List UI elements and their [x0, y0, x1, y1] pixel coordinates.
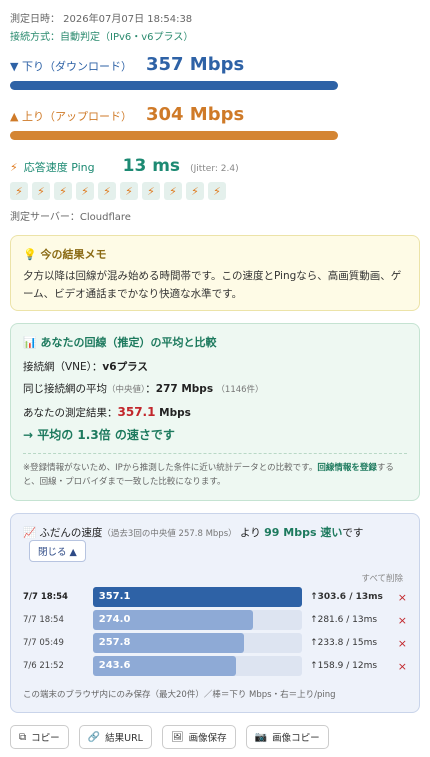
bolt-icon: ⚡	[76, 182, 94, 200]
close-history-button[interactable]: 閉じる ▲	[29, 540, 86, 562]
history-row: 7/6 21:52 243.6 ↑158.9 / 12ms ×	[23, 656, 407, 676]
history-bar-track: 274.0	[92, 610, 303, 630]
copy-image-button[interactable]: 📷 画像コピー	[245, 725, 329, 749]
download-value: 357 Mbps	[145, 54, 245, 75]
memo-card: 💡 今の結果メモ 夕方以降は回線が混み始める時間帯です。この速度とPingなら、…	[10, 235, 420, 311]
history-bar-track: 243.6	[92, 656, 303, 676]
delete-icon[interactable]: ×	[398, 591, 407, 604]
copy-icon: ⧉	[19, 731, 27, 743]
result-value: 357.1	[117, 405, 156, 419]
measure-timestamp: 測定日時： 2026年07月07日 18:54:38	[10, 14, 193, 25]
history-upload-ping: ↑158.9 / 12ms	[310, 661, 378, 671]
history-row: 7/7 05:49 257.8 ↑233.8 / 15ms ×	[23, 633, 407, 653]
bar-chart-icon: 📊	[23, 336, 37, 349]
compare-average: 同じ接続網の平均（中央値）：277 Mbps （1146件）	[23, 383, 264, 395]
history-date: 7/6 21:52	[23, 661, 64, 671]
bolt-icon: ⚡	[142, 182, 160, 200]
ping-jitter: (Jitter: 2.4)	[190, 164, 239, 174]
history-bar: 257.8	[92, 633, 244, 653]
history-list: 7/7 18:54 357.1 ↑303.6 / 13ms × 7/7 18:54 274…	[23, 587, 407, 676]
action-label: 結果URL	[105, 733, 143, 744]
history-bar: 357.1	[92, 587, 303, 607]
camera-icon: 📷	[254, 731, 268, 743]
ping-label: 応答速度 Ping	[23, 161, 95, 174]
history-bar-track: 257.8	[92, 633, 303, 653]
bolt-icon: ⚡	[54, 182, 72, 200]
upload-value: 304 Mbps	[145, 104, 245, 125]
ping-rating: ⚡ ⚡ ⚡ ⚡ ⚡ ⚡ ⚡ ⚡ ⚡ ⚡	[10, 182, 420, 200]
lightbulb-icon: 💡	[23, 248, 37, 261]
compare-summary: → 平均の 1.3倍 の速さです	[23, 428, 175, 442]
register-line-link[interactable]: 回線情報を登録	[317, 463, 377, 473]
history-upload-ping: ↑281.6 / 13ms	[310, 615, 378, 625]
connection-type: 接続方式：自動判定（IPv6・v6プラス）	[10, 32, 194, 43]
download-label: ▼ 下り（ダウンロード）	[10, 60, 132, 73]
history-footer: この端末のブラウザ内にのみ保存（最大20件）／棒＝下り Mbps・右＝上り/pi…	[23, 690, 336, 700]
bolt-icon: ⚡	[98, 182, 116, 200]
compare-title: 📊 あなたの回線（推定）の平均と比較	[23, 336, 217, 349]
link-icon: 🔗	[87, 731, 101, 743]
download-row: ▼ 下り（ダウンロード） 357 Mbps	[10, 54, 420, 75]
ping-value: 13 ms	[122, 156, 181, 176]
save-image-button[interactable]: 🖼 画像保存	[161, 725, 236, 749]
action-label: 画像保存	[188, 733, 227, 744]
history-bar: 243.6	[92, 656, 236, 676]
bolt-icon: ⚡	[208, 182, 226, 200]
bolt-icon: ⚡	[32, 182, 50, 200]
upload-label: ▲ 上り（アップロード）	[10, 110, 132, 123]
history-bar: 274.0	[92, 610, 254, 630]
usual-title: 📈 ふだんの速度（過去3回の中央値 257.8 Mbps） より 99 Mbps…	[23, 524, 407, 562]
server-name: 測定サーバー：Cloudflare	[10, 212, 131, 223]
action-label: コピー	[31, 733, 60, 744]
history-row: 7/7 18:54 274.0 ↑281.6 / 13ms ×	[23, 610, 407, 630]
upload-row: ▲ 上り（アップロード） 304 Mbps	[10, 104, 420, 125]
upload-bar	[10, 131, 338, 140]
clear-all-button[interactable]: すべて削除	[23, 572, 403, 584]
memo-body: 夕方以降は回線が混み始める時間帯です。この速度とPingなら、高画質動画、ゲーム…	[23, 270, 402, 300]
usual-speed-card: 📈 ふだんの速度（過去3回の中央値 257.8 Mbps） より 99 Mbps…	[10, 513, 420, 713]
delete-icon[interactable]: ×	[398, 614, 407, 627]
bolt-icon: ⚡	[120, 182, 138, 200]
memo-title: 💡 今の結果メモ	[23, 248, 107, 261]
image-icon: 🖼	[170, 731, 184, 743]
action-bar: ⧉ コピー 🔗 結果URL 🖼 画像保存 📷 画像コピー	[10, 725, 420, 749]
bolt-icon: ⚡	[10, 182, 28, 200]
compare-card: 📊 あなたの回線（推定）の平均と比較 接続網（VNE）：v6プラス 同じ接続網の…	[10, 323, 420, 501]
history-date: 7/7 18:54	[23, 615, 64, 625]
compare-note: ※登録情報がないため、IPから推測した条件に近い統計データとの比較です。回線情報…	[23, 453, 407, 489]
bolt-icon: ⚡	[164, 182, 182, 200]
trend-icon: 📈	[23, 527, 37, 539]
compare-result: あなたの測定結果：357.1 Mbps	[23, 405, 191, 419]
compare-network: 接続網（VNE）：v6プラス	[23, 361, 148, 373]
result-panel: 測定日時： 2026年07月07日 18:54:38 接続方式：自動判定（IPv…	[0, 0, 430, 749]
copy-button[interactable]: ⧉ コピー	[10, 725, 69, 749]
history-upload-ping: ↑233.8 / 15ms	[310, 638, 378, 648]
ping-row: ⚡ 応答速度 Ping 13 ms (Jitter: 2.4)	[10, 156, 420, 176]
download-bar	[10, 81, 338, 90]
bolt-icon: ⚡	[10, 161, 18, 174]
delete-icon[interactable]: ×	[398, 660, 407, 673]
history-row: 7/7 18:54 357.1 ↑303.6 / 13ms ×	[23, 587, 407, 607]
delete-icon[interactable]: ×	[398, 637, 407, 650]
history-date: 7/7 18:54	[23, 592, 68, 602]
history-upload-ping: ↑303.6 / 13ms	[310, 592, 383, 602]
history-bar-track: 357.1	[92, 587, 303, 607]
bolt-icon: ⚡	[186, 182, 204, 200]
result-url-button[interactable]: 🔗 結果URL	[78, 725, 152, 749]
history-date: 7/7 05:49	[23, 638, 64, 648]
action-label: 画像コピー	[272, 733, 320, 744]
